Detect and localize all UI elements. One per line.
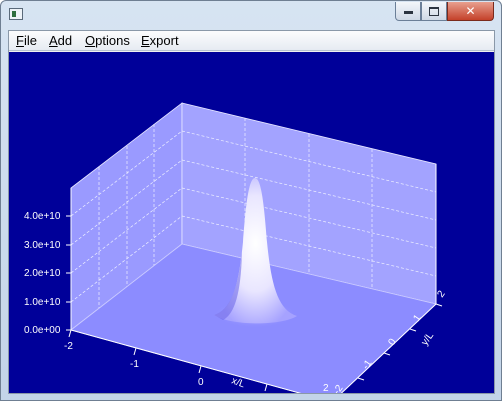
z-tick-label: 3.0e+10 — [24, 240, 61, 251]
z-axis-ticks — [66, 215, 71, 331]
x-tick-label: 2 — [323, 383, 329, 393]
y-tick-label: 2 — [435, 288, 447, 299]
client-area: File Add Options Export 0.0e+00 1.0e+10 … — [8, 30, 495, 394]
menu-options[interactable]: Options — [85, 33, 130, 48]
menu-file[interactable]: File — [16, 33, 37, 48]
x-tick-label: -1 — [130, 359, 139, 370]
menu-file-label: ile — [23, 33, 37, 48]
maximize-icon — [429, 7, 439, 16]
menu-export[interactable]: Export — [141, 33, 179, 48]
menu-options-mnemonic: O — [85, 33, 96, 48]
menu-export-label: xport — [149, 33, 179, 48]
close-icon: ✕ — [465, 4, 476, 18]
x-tick-label: -2 — [64, 341, 73, 352]
z-tick-label: 4.0e+10 — [24, 211, 61, 222]
menu-options-label: ptions — [95, 33, 130, 48]
x-tick-label: 0 — [198, 377, 204, 388]
surface-plot-canvas[interactable]: 0.0e+00 1.0e+10 2.0e+10 3.0e+10 4.0e+10 … — [9, 52, 494, 393]
menu-bar: File Add Options Export — [9, 31, 494, 51]
menu-file-mnemonic: F — [16, 33, 24, 48]
surface-plot-svg[interactable]: 0.0e+00 1.0e+10 2.0e+10 3.0e+10 4.0e+10 … — [9, 52, 494, 393]
close-button[interactable]: ✕ — [447, 2, 494, 21]
application-window: ✕ File Add Options Export 0.0e+00 1.0e+1… — [0, 0, 502, 401]
minimize-button[interactable] — [395, 2, 421, 21]
y-axis-label: y/L — [419, 330, 436, 348]
z-tick-label: 2.0e+10 — [24, 268, 61, 279]
app-icon[interactable] — [9, 8, 23, 20]
title-bar[interactable]: ✕ — [1, 1, 501, 28]
minimize-icon — [403, 11, 413, 14]
z-tick-label: 0.0e+00 — [24, 325, 61, 336]
menu-add-mnemonic: A — [49, 33, 58, 48]
menu-add[interactable]: Add — [49, 33, 72, 48]
menu-export-mnemonic: E — [141, 33, 150, 48]
z-tick-label: 1.0e+10 — [24, 297, 61, 308]
menu-add-label: dd — [57, 33, 73, 48]
maximize-button[interactable] — [421, 2, 447, 21]
